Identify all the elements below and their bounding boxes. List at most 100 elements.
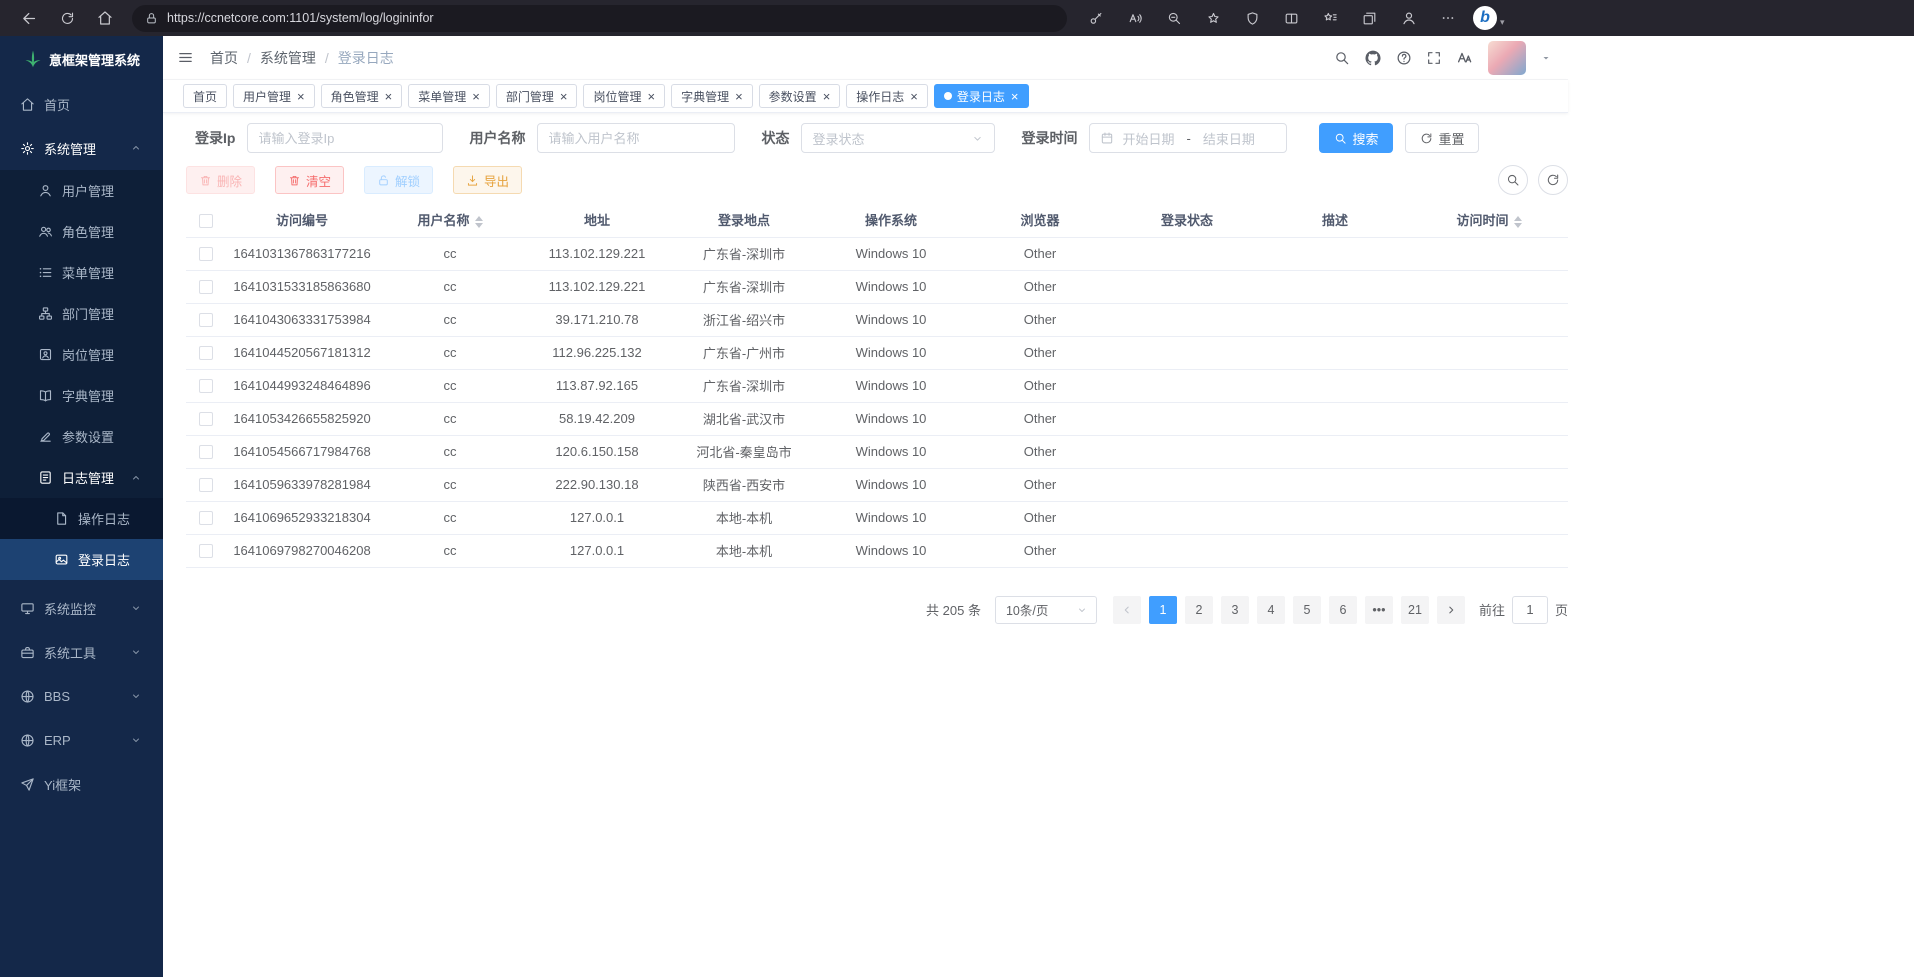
bing-copilot-button[interactable]: b xyxy=(1473,6,1497,30)
page-button[interactable]: 5 xyxy=(1293,596,1321,624)
goto-page-input[interactable] xyxy=(1512,596,1548,624)
sidebar-item[interactable]: 参数设置 xyxy=(0,416,163,457)
select-all-checkbox[interactable] xyxy=(199,214,213,228)
collapse-sidebar-button[interactable] xyxy=(177,49,194,66)
sidebar-item[interactable]: Yi框架 xyxy=(0,762,163,806)
row-checkbox[interactable] xyxy=(199,511,213,525)
favorites-button[interactable] xyxy=(1315,4,1347,32)
page-button[interactable]: 3 xyxy=(1221,596,1249,624)
tab-close-icon[interactable]: × xyxy=(647,90,655,103)
fullscreen-button[interactable] xyxy=(1426,50,1442,66)
sidebar-item[interactable]: 系统工具 xyxy=(0,630,163,674)
row-checkbox[interactable] xyxy=(199,412,213,426)
unlock-button[interactable]: 解锁 xyxy=(364,166,433,194)
toggle-search-button[interactable] xyxy=(1498,165,1528,195)
tab[interactable]: 菜单管理× xyxy=(408,84,490,108)
reset-button[interactable]: 重置 xyxy=(1405,123,1479,153)
tab[interactable]: 用户管理× xyxy=(233,84,315,108)
tab[interactable]: 参数设置× xyxy=(759,84,841,108)
sidebar-item[interactable]: ERP xyxy=(0,718,163,762)
row-checkbox[interactable] xyxy=(199,478,213,492)
ip-input[interactable] xyxy=(258,131,432,146)
export-button[interactable]: 导出 xyxy=(453,166,522,194)
read-aloud-button[interactable] xyxy=(1120,4,1152,32)
sidebar-item[interactable]: 部门管理 xyxy=(0,293,163,334)
row-checkbox[interactable] xyxy=(199,280,213,294)
header-search-button[interactable] xyxy=(1334,50,1350,66)
sidebar-item[interactable]: 菜单管理 xyxy=(0,252,163,293)
row-checkbox[interactable] xyxy=(199,313,213,327)
password-key-button[interactable] xyxy=(1081,4,1113,32)
add-favorite-button[interactable] xyxy=(1198,4,1230,32)
tab-close-icon[interactable]: × xyxy=(385,90,393,103)
tab-close-icon[interactable]: × xyxy=(297,90,305,103)
search-button[interactable]: 搜索 xyxy=(1319,123,1393,153)
sort-icon[interactable] xyxy=(1514,216,1522,228)
prev-page-button[interactable] xyxy=(1113,596,1141,624)
username-input[interactable] xyxy=(548,131,724,146)
sidebar-item[interactable]: 登录日志 xyxy=(0,539,163,580)
sidebar-item[interactable]: 岗位管理 xyxy=(0,334,163,375)
page-button[interactable]: 4 xyxy=(1257,596,1285,624)
delete-button[interactable]: 删除 xyxy=(186,166,255,194)
page-button[interactable]: 1 xyxy=(1149,596,1177,624)
page-button[interactable]: 21 xyxy=(1401,596,1429,624)
tab[interactable]: 角色管理× xyxy=(321,84,403,108)
next-page-button[interactable] xyxy=(1437,596,1465,624)
breadcrumb-link[interactable]: 系统管理 xyxy=(260,48,316,68)
row-checkbox[interactable] xyxy=(199,247,213,261)
tab-close-icon[interactable]: × xyxy=(735,90,743,103)
breadcrumb-link[interactable]: 首页 xyxy=(210,48,238,68)
user-menu-caret-icon[interactable] xyxy=(1540,52,1552,64)
row-checkbox[interactable] xyxy=(199,346,213,360)
row-checkbox[interactable] xyxy=(199,379,213,393)
tab[interactable]: 登录日志× xyxy=(934,84,1029,108)
help-button[interactable] xyxy=(1396,50,1412,66)
profile-button[interactable] xyxy=(1393,4,1425,32)
tab-close-icon[interactable]: × xyxy=(472,90,480,103)
more-menu-button[interactable] xyxy=(1432,4,1464,32)
tab-close-icon[interactable]: × xyxy=(823,90,831,103)
date-range-picker[interactable]: 开始日期 - 结束日期 xyxy=(1089,123,1287,153)
collections-button[interactable] xyxy=(1354,4,1386,32)
split-screen-button[interactable] xyxy=(1276,4,1308,32)
bing-caret-icon[interactable]: ▾ xyxy=(1500,17,1505,32)
row-checkbox[interactable] xyxy=(199,544,213,558)
app-logo[interactable]: 意框架管理系统 xyxy=(0,36,163,82)
sort-icon[interactable] xyxy=(475,216,483,228)
row-checkbox[interactable] xyxy=(199,445,213,459)
user-avatar[interactable] xyxy=(1488,41,1526,75)
more-pages-button[interactable]: ••• xyxy=(1365,596,1393,624)
sidebar-item[interactable]: BBS xyxy=(0,674,163,718)
github-link[interactable] xyxy=(1364,49,1382,67)
tab[interactable]: 字典管理× xyxy=(671,84,753,108)
status-select[interactable]: 登录状态 xyxy=(801,123,995,153)
sidebar-item[interactable]: 操作日志 xyxy=(0,498,163,539)
tab[interactable]: 操作日志× xyxy=(846,84,928,108)
sidebar-item[interactable]: 系统监控 xyxy=(0,586,163,630)
tab-close-icon[interactable]: × xyxy=(910,90,918,103)
home-button[interactable] xyxy=(89,4,121,32)
tab[interactable]: 部门管理× xyxy=(496,84,578,108)
site-info-button[interactable] xyxy=(145,12,158,25)
font-size-button[interactable] xyxy=(1456,49,1474,67)
tab[interactable]: 岗位管理× xyxy=(583,84,665,108)
sidebar-item[interactable]: 日志管理 xyxy=(0,457,163,498)
tab-close-icon[interactable]: × xyxy=(1011,90,1019,103)
page-button[interactable]: 2 xyxy=(1185,596,1213,624)
sidebar-item[interactable]: 首页 xyxy=(0,82,163,126)
browser-essentials-button[interactable] xyxy=(1237,4,1269,32)
sidebar-item[interactable]: 用户管理 xyxy=(0,170,163,211)
back-button[interactable] xyxy=(13,4,45,32)
clear-button[interactable]: 清空 xyxy=(275,166,344,194)
refresh-button[interactable] xyxy=(51,4,83,32)
tab-close-icon[interactable]: × xyxy=(560,90,568,103)
page-button[interactable]: 6 xyxy=(1329,596,1357,624)
sidebar-item[interactable]: 字典管理 xyxy=(0,375,163,416)
address-bar[interactable]: https://ccnetcore.com:1101/system/log/lo… xyxy=(132,5,1067,32)
sidebar-item[interactable]: 角色管理 xyxy=(0,211,163,252)
sidebar-item[interactable]: 系统管理 xyxy=(0,126,163,170)
page-size-select[interactable]: 10条/页 xyxy=(995,596,1097,624)
refresh-table-button[interactable] xyxy=(1538,165,1568,195)
zoom-button[interactable] xyxy=(1159,4,1191,32)
